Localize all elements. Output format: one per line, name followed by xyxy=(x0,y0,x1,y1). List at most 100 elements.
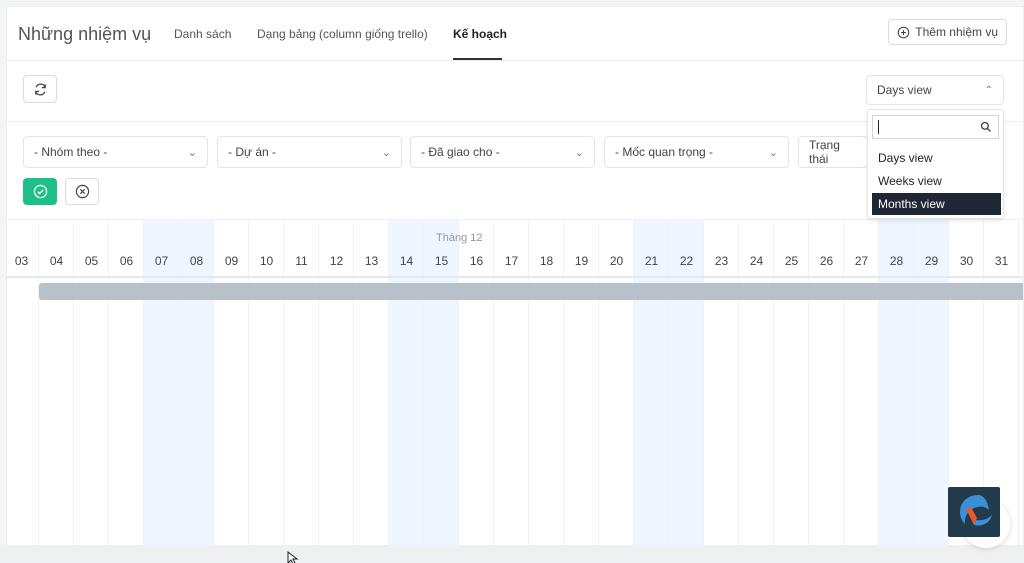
tab-plan[interactable]: Kế hoạch xyxy=(453,27,507,41)
day-column xyxy=(39,220,74,547)
day-label: 22 xyxy=(679,254,694,268)
view-select[interactable]: Days view ⌃ xyxy=(866,75,1004,105)
day-column xyxy=(214,220,249,547)
assigned-to-filter-value: - Đã giao cho - xyxy=(421,145,500,159)
day-label: 26 xyxy=(819,254,834,268)
day-column xyxy=(354,220,389,547)
day-column xyxy=(284,220,319,547)
day-label: 04 xyxy=(49,254,64,268)
project-filter-value: - Dự án - xyxy=(228,145,277,159)
day-label: 06 xyxy=(119,254,134,268)
x-circle-icon xyxy=(75,184,89,199)
group-by-filter[interactable]: - Nhóm theo - ⌄ xyxy=(23,136,208,168)
mouse-cursor-icon xyxy=(287,551,299,563)
day-label: 21 xyxy=(644,254,659,268)
main-card: Những nhiệm vụ Danh sách Dạng bảng (colu… xyxy=(6,6,1024,547)
day-column xyxy=(109,220,144,547)
day-column xyxy=(319,220,354,547)
day-label: 24 xyxy=(749,254,764,268)
gantt-chart: Tháng 12 03 04 05 06 07 08 09 10 11 12 13 14 15 16 17 1… xyxy=(7,219,1023,547)
chevron-down-icon: ⌄ xyxy=(768,146,778,159)
apply-filter-button[interactable] xyxy=(23,178,57,205)
view-select-value: Days view xyxy=(877,83,932,97)
page-title: Những nhiệm vụ xyxy=(18,24,152,44)
day-label: 10 xyxy=(259,254,274,268)
day-column xyxy=(774,220,809,547)
timeline-divider xyxy=(7,276,1023,278)
refresh-button[interactable] xyxy=(23,75,57,103)
day-label: 15 xyxy=(434,254,449,268)
status-filter[interactable]: Trạng thái xyxy=(798,136,868,168)
day-column xyxy=(494,220,529,547)
option-days-view[interactable]: Days view xyxy=(872,147,1001,169)
day-column xyxy=(389,220,424,547)
day-column xyxy=(599,220,634,547)
day-label: 16 xyxy=(469,254,484,268)
day-label: 13 xyxy=(364,254,379,268)
task-bar[interactable] xyxy=(39,283,1023,300)
dropdown-search-input[interactable] xyxy=(872,115,999,139)
assigned-to-filter[interactable]: - Đã giao cho - ⌄ xyxy=(410,136,595,168)
day-label: 08 xyxy=(189,254,204,268)
day-label: 17 xyxy=(504,254,519,268)
day-column xyxy=(7,220,39,547)
view-dropdown: Days view Weeks view Months view xyxy=(867,109,1004,219)
month-label: Tháng 12 xyxy=(436,232,483,244)
day-column xyxy=(739,220,774,547)
chevron-down-icon: ⌄ xyxy=(187,146,197,159)
search-icon xyxy=(980,121,991,132)
chevron-down-icon: ⌄ xyxy=(574,146,584,159)
chevron-down-icon: ⌄ xyxy=(381,146,391,159)
status-filter-value: Trạng thái xyxy=(809,138,840,166)
clear-filter-button[interactable] xyxy=(65,178,99,205)
day-column xyxy=(179,220,214,547)
day-label: 30 xyxy=(959,254,974,268)
day-label: 05 xyxy=(84,254,99,268)
day-column xyxy=(564,220,599,547)
day-label: 27 xyxy=(854,254,869,268)
day-label: 20 xyxy=(609,254,624,268)
project-filter[interactable]: - Dự án - ⌄ xyxy=(217,136,402,168)
day-column xyxy=(844,220,879,547)
day-column xyxy=(249,220,284,547)
day-column xyxy=(669,220,704,547)
day-column xyxy=(144,220,179,547)
day-column xyxy=(74,220,109,547)
day-label: 18 xyxy=(539,254,554,268)
add-task-label: Thêm nhiệm vụ xyxy=(915,25,998,39)
group-by-filter-value: - Nhóm theo - xyxy=(34,145,108,159)
tab-board[interactable]: Dạng bảng (column giống trello) xyxy=(257,27,428,41)
day-label: 19 xyxy=(574,254,589,268)
day-label: 07 xyxy=(154,254,169,268)
day-column xyxy=(634,220,669,547)
day-label: 28 xyxy=(889,254,904,268)
option-months-view[interactable]: Months view xyxy=(872,193,1001,215)
add-task-button[interactable]: Thêm nhiệm vụ xyxy=(888,19,1007,45)
day-label: 25 xyxy=(784,254,799,268)
day-label: 12 xyxy=(329,254,344,268)
option-weeks-view[interactable]: Weeks view xyxy=(872,170,1001,192)
chevron-up-icon: ⌃ xyxy=(984,84,993,96)
brand-logo-icon xyxy=(960,495,992,526)
bottom-strip xyxy=(0,546,1024,563)
day-label: 31 xyxy=(994,254,1009,268)
milestone-filter-value: - Mốc quan trọng - xyxy=(615,145,714,159)
refresh-icon xyxy=(34,83,46,95)
day-label: 29 xyxy=(924,254,939,268)
page-header: Những nhiệm vụ Danh sách Dạng bảng (colu… xyxy=(7,7,1023,61)
milestone-filter[interactable]: - Mốc quan trọng - ⌄ xyxy=(604,136,789,168)
check-circle-icon xyxy=(33,184,47,199)
day-column xyxy=(529,220,564,547)
day-label: 23 xyxy=(714,254,729,268)
brand-logo xyxy=(948,487,1000,537)
day-column xyxy=(809,220,844,547)
text-caret xyxy=(878,120,879,134)
plus-circle-icon xyxy=(897,26,910,38)
day-label: 09 xyxy=(224,254,239,268)
day-column xyxy=(914,220,949,547)
day-label: 14 xyxy=(399,254,414,268)
day-column xyxy=(459,220,494,547)
day-label: 11 xyxy=(295,254,308,268)
day-label: 03 xyxy=(14,254,29,268)
tab-list[interactable]: Danh sách xyxy=(174,27,231,41)
